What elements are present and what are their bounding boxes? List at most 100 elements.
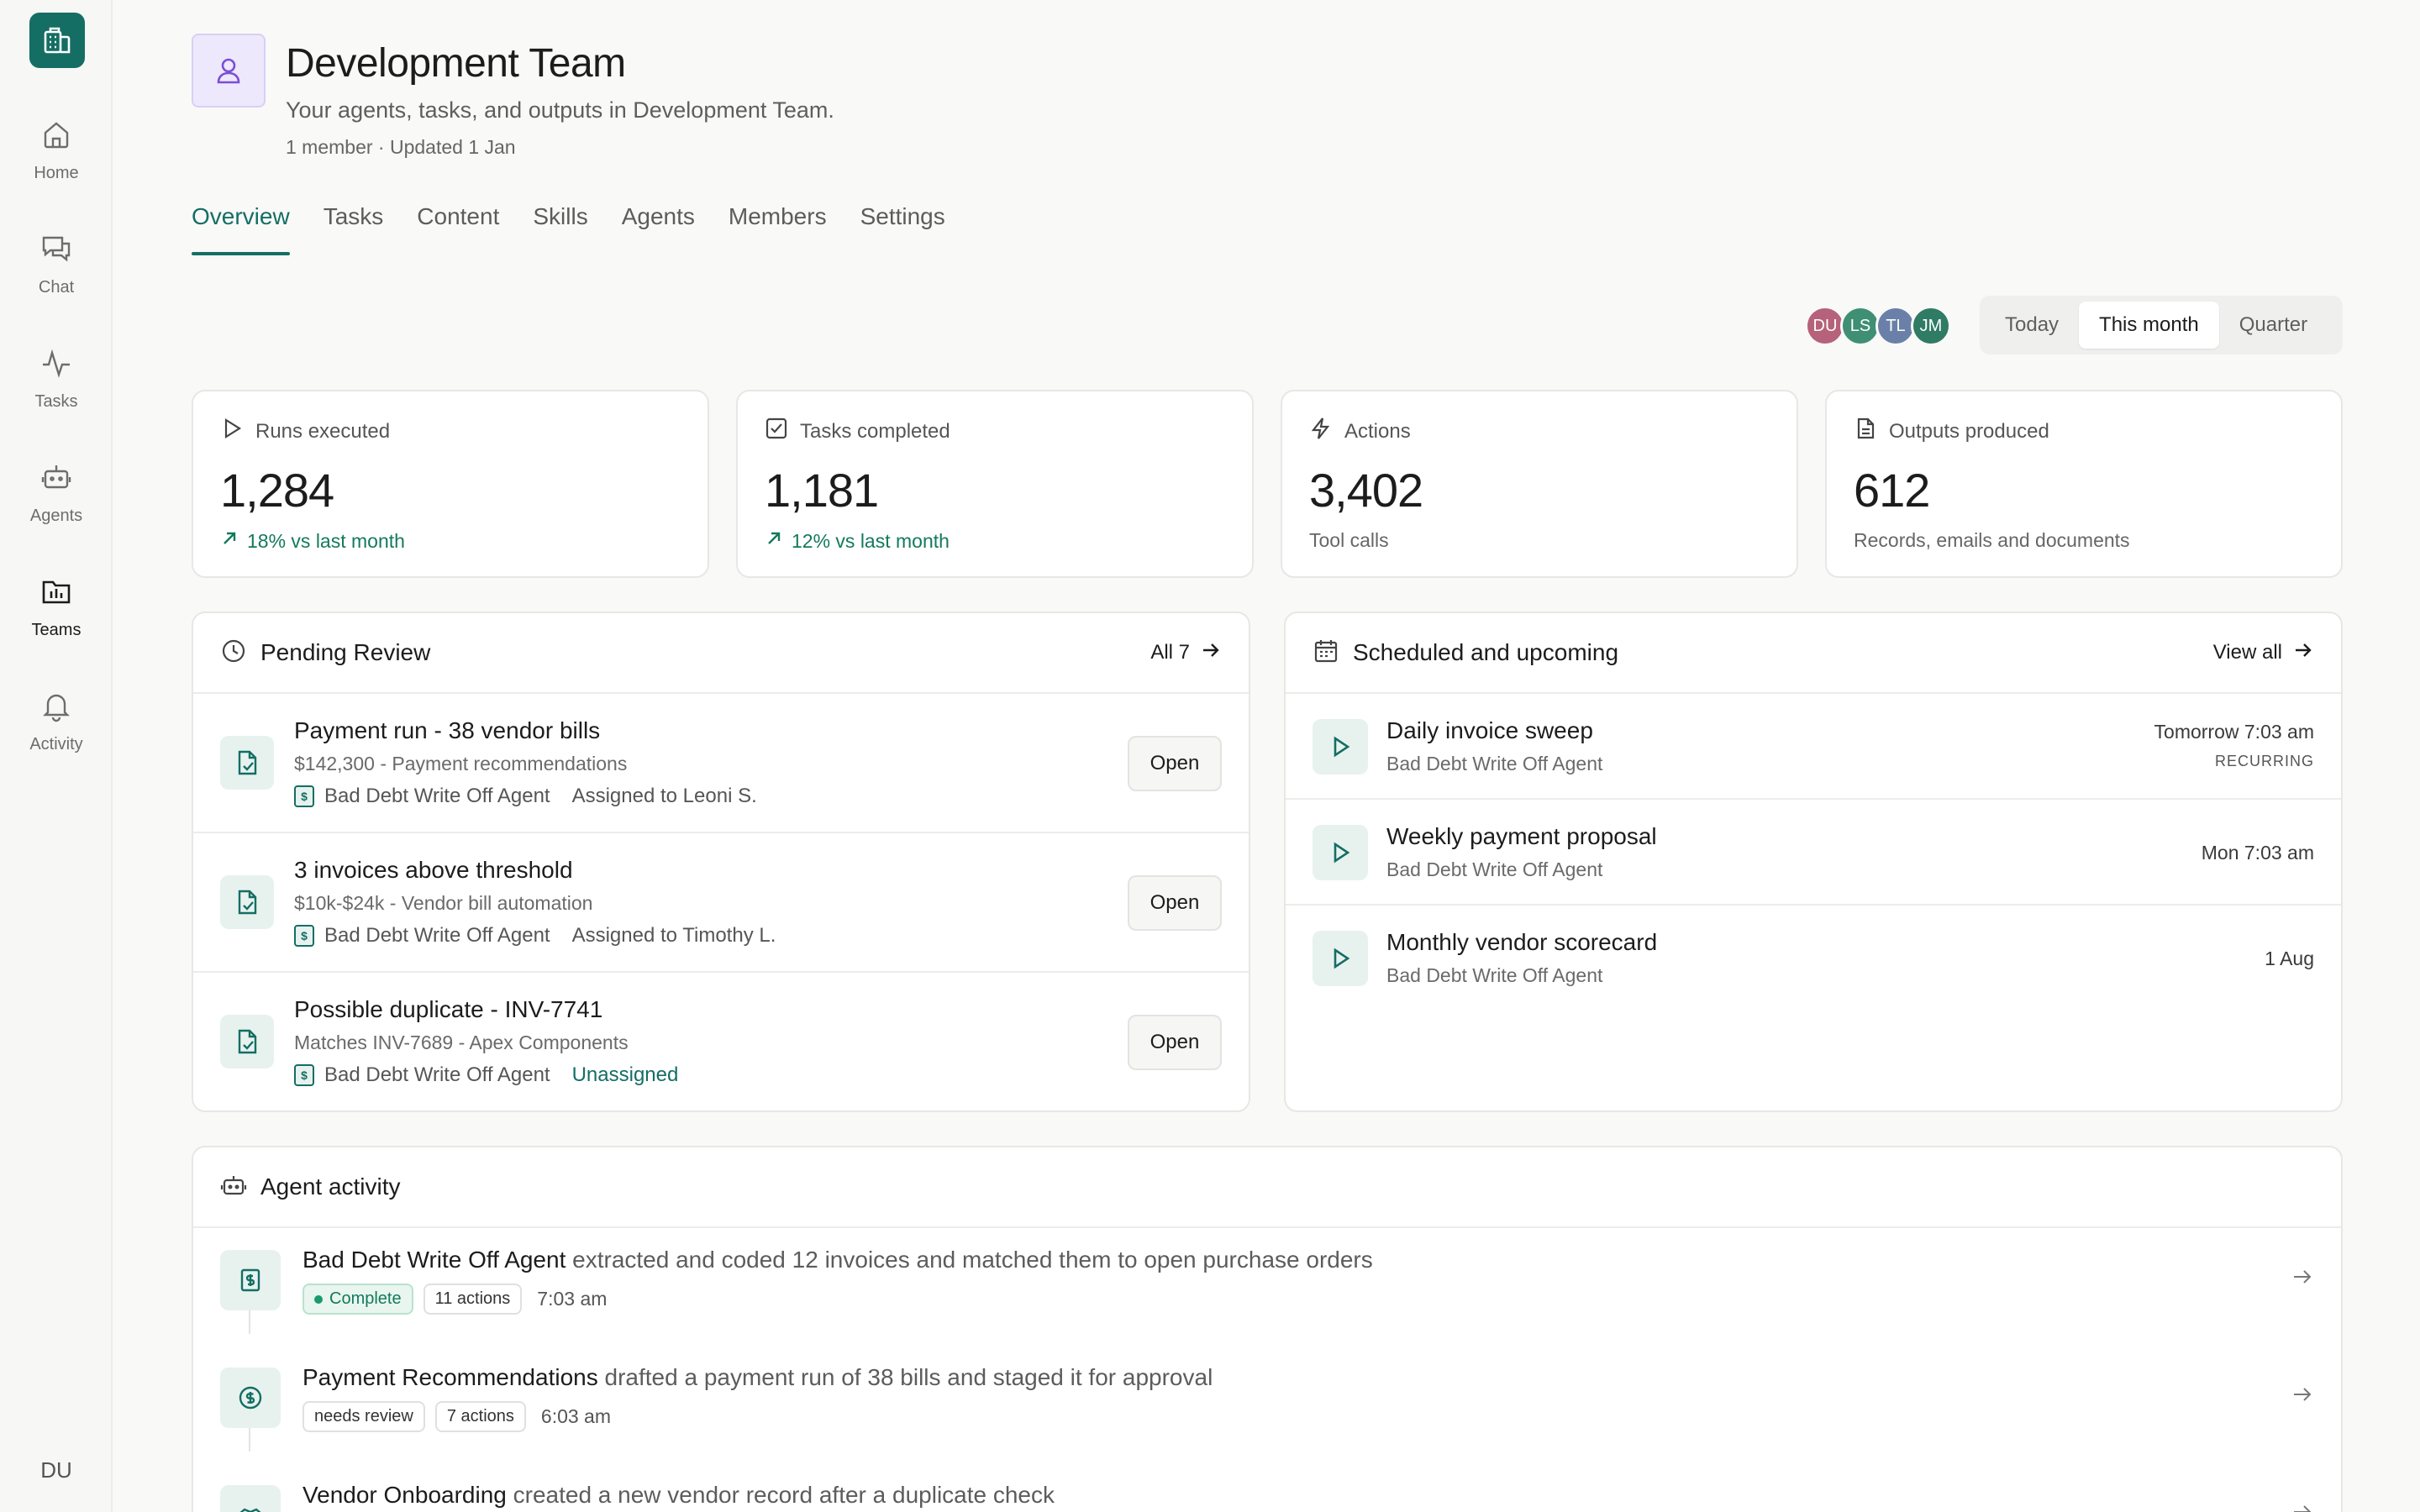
arrow-right-icon[interactable] <box>2291 1383 2314 1410</box>
activity-item[interactable]: Payment Recommendations drafted a paymen… <box>193 1357 2341 1475</box>
handshake-icon <box>220 1485 281 1512</box>
tab-skills[interactable]: Skills <box>533 203 587 255</box>
schedule-agent: Bad Debt Write Off Agent <box>1386 753 1603 774</box>
nav-label: Tasks <box>34 392 78 411</box>
activity-pulse-icon <box>39 346 73 384</box>
scheduled-panel: Scheduled and upcoming View all Daily in… <box>1284 612 2343 1112</box>
link-label: View all <box>2212 641 2282 664</box>
play-outline-icon <box>220 417 244 446</box>
assignee: Assigned to Leoni S. <box>571 785 757 807</box>
user-initials[interactable]: DU <box>0 1457 113 1483</box>
list-item[interactable]: Possible duplicate - INV-7741 Matches IN… <box>193 973 1249 1110</box>
agent-ledger-icon: $ <box>294 1064 314 1086</box>
nav-label: Chat <box>38 278 75 297</box>
robot-icon <box>220 1172 247 1203</box>
activity-item[interactable]: Vendor Onboarding created a new vendor r… <box>193 1475 2341 1512</box>
arrow-right-icon[interactable] <box>2291 1265 2314 1293</box>
app-logo-icon[interactable] <box>29 13 85 68</box>
agent-name: Bad Debt Write Off Agent <box>324 1063 550 1086</box>
tab-members[interactable]: Members <box>729 203 827 255</box>
activity-description: drafted a payment run of 38 bills and st… <box>597 1364 1213 1390</box>
nav-item-home[interactable]: Home <box>0 118 113 183</box>
document-check-icon <box>220 1015 274 1068</box>
schedule-time: 1 Aug <box>2265 948 2314 969</box>
open-button[interactable]: Open <box>1128 875 1222 931</box>
schedule-title: Monthly vendor scorecard <box>1386 929 1658 955</box>
trend-up-icon <box>765 529 783 553</box>
ledger-icon <box>220 1250 281 1310</box>
status-label: Complete <box>329 1289 402 1308</box>
range-option-quarter[interactable]: Quarter <box>2219 302 2328 349</box>
activity-time: 7:03 am <box>537 1288 608 1310</box>
stat-card-runs: Runs executed 1,284 18% vs last month <box>192 390 709 578</box>
tab-settings[interactable]: Settings <box>860 203 945 255</box>
schedule-time: Tomorrow 7:03 am <box>2154 721 2314 743</box>
avatar: LS <box>1840 306 1881 346</box>
range-option-today[interactable]: Today <box>1985 302 2079 349</box>
agent-name[interactable]: Vendor Onboarding <box>302 1482 507 1508</box>
stat-label: Outputs produced <box>1889 419 2049 443</box>
list-item[interactable]: Monthly vendor scorecard Bad Debt Write … <box>1286 906 2341 1011</box>
avatar: TL <box>1876 306 1916 346</box>
nav-item-agents[interactable]: Agents <box>0 460 113 526</box>
view-all-scheduled-link[interactable]: View all <box>2213 639 2314 667</box>
page-subtitle: Your agents, tasks, and outputs in Devel… <box>286 97 834 123</box>
schedule-agent: Bad Debt Write Off Agent <box>1386 964 1603 986</box>
agent-name[interactable]: Payment Recommendations <box>302 1364 598 1390</box>
document-check-icon <box>220 736 274 790</box>
list-item[interactable]: Payment run - 38 vendor bills $142,300 -… <box>193 694 1249 833</box>
list-item[interactable]: Daily invoice sweep Bad Debt Write Off A… <box>1286 694 2341 800</box>
view-all-pending-link[interactable]: All 7 <box>1150 639 1222 667</box>
lightning-icon <box>1309 417 1333 446</box>
status-badge: Complete <box>302 1284 413 1315</box>
play-icon <box>1313 825 1368 880</box>
tab-bar: Overview Tasks Content Skills Agents Mem… <box>192 203 945 255</box>
robot-icon <box>39 460 73 498</box>
stat-card-actions: Actions 3,402 Tool calls <box>1281 390 1798 578</box>
nav-item-chat[interactable]: Chat <box>0 232 113 297</box>
list-item[interactable]: 3 invoices above threshold $10k-$24k - V… <box>193 833 1249 973</box>
activity-description: extracted and coded 12 invoices and matc… <box>566 1247 1373 1273</box>
recurring-tag: RECURRING <box>2214 753 2314 769</box>
panel-title: Pending Review <box>260 639 431 665</box>
range-option-this-month[interactable]: This month <box>2079 302 2219 349</box>
open-button[interactable]: Open <box>1128 1015 1222 1070</box>
nav-item-activity[interactable]: Activity <box>0 689 113 754</box>
nav-item-tasks[interactable]: Tasks <box>0 346 113 412</box>
review-title: 3 invoices above threshold <box>294 857 573 883</box>
list-item[interactable]: Weekly payment proposal Bad Debt Write O… <box>1286 800 2341 906</box>
nav-item-teams[interactable]: Teams <box>0 575 113 640</box>
status-badge: needs review <box>302 1401 425 1432</box>
tab-content[interactable]: Content <box>417 203 499 255</box>
tab-agents[interactable]: Agents <box>622 203 695 255</box>
stat-value: 3,402 <box>1309 464 1423 517</box>
bell-icon <box>39 689 73 727</box>
date-range-selector: Today This month Quarter <box>1980 296 2343 354</box>
stat-footnote: 12% vs last month <box>792 529 950 552</box>
home-icon <box>39 118 73 155</box>
teams-icon <box>39 575 73 612</box>
agent-name: Bad Debt Write Off Agent <box>324 924 550 947</box>
link-label: All 7 <box>1150 641 1190 664</box>
nav-label: Home <box>34 164 79 182</box>
member-avatars[interactable]: DU LS TL JM <box>1805 306 1951 346</box>
panel-title: Scheduled and upcoming <box>1353 639 1619 665</box>
stat-card-tasks: Tasks completed 1,181 12% vs last month <box>736 390 1254 578</box>
nav-label: Agents <box>29 507 83 525</box>
agent-name[interactable]: Bad Debt Write Off Agent <box>302 1247 566 1273</box>
nav-label: Activity <box>29 735 83 753</box>
open-button[interactable]: Open <box>1128 736 1222 791</box>
tab-overview[interactable]: Overview <box>192 203 290 255</box>
document-icon <box>1854 417 1877 446</box>
document-check-icon <box>220 875 274 929</box>
arrow-right-icon[interactable] <box>2291 1500 2314 1512</box>
tab-tasks[interactable]: Tasks <box>324 203 384 255</box>
assign-link[interactable]: Unassigned <box>572 1063 679 1087</box>
left-rail: Home Chat Tasks Agents Teams Activity DU <box>0 0 113 1512</box>
avatar: JM <box>1911 306 1951 346</box>
pending-review-panel: Pending Review All 7 Payment run - 38 ve… <box>192 612 1250 1112</box>
agent-ledger-icon: $ <box>294 925 314 947</box>
activity-item[interactable]: Bad Debt Write Off Agent extracted and c… <box>193 1240 2341 1357</box>
calendar-icon <box>1313 638 1339 669</box>
stat-value: 1,284 <box>220 464 334 517</box>
